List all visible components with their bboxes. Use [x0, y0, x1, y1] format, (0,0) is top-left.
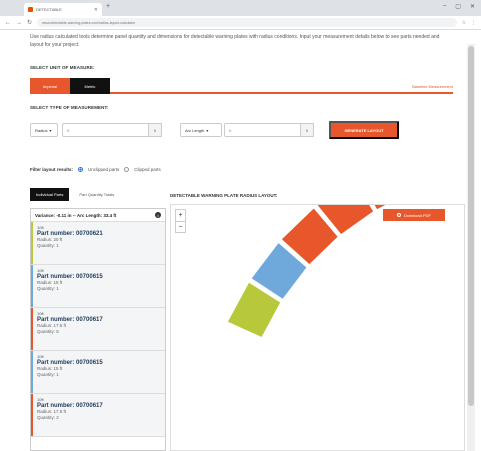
window-controls: – ▢ ✕: [443, 3, 475, 10]
download-pdf-button[interactable]: Download PDF: [383, 209, 445, 221]
part-list-item[interactable]: 10ft Part number: 00700615 Radius: 15 ft Qu…: [31, 351, 165, 394]
part-quantity: Quantity: 1: [37, 243, 59, 248]
part-list-item[interactable]: 10ft Part number: 00700617 Radius: 17.5 ft…: [31, 308, 165, 351]
arc-type-select[interactable]: Arc Length ▾: [180, 123, 222, 137]
part-quantity: Quantity: 1: [37, 286, 59, 291]
layout-title: DETECTABLE WARNING PLATE RADIUS LAYOUT:: [170, 193, 278, 198]
part-color-bar: [31, 351, 33, 393]
favicon-icon: [28, 7, 33, 12]
part-list-item[interactable]: 10ft Part number: 00700617 Radius: 17.5 ft…: [31, 394, 165, 437]
part-quantity: Quantity: 2: [37, 415, 59, 420]
page-scrollbar[interactable]: [467, 44, 475, 451]
download-icon: [397, 213, 402, 217]
zoom-in-button[interactable]: +: [176, 210, 185, 221]
address-bar: ← → ↻ www.detectable-warning-plates.com/…: [0, 16, 481, 30]
chevron-down-icon: ▾: [206, 127, 209, 133]
unclipped-radio[interactable]: [78, 167, 84, 172]
arc-length-input-placeholder: ft.: [229, 127, 233, 133]
reload-icon[interactable]: ↻: [27, 19, 32, 26]
imperial-button[interactable]: Imperial: [30, 78, 70, 94]
part-degree: 10ft: [37, 268, 44, 273]
filter-row: Filter layout results: Unclipped parts C…: [30, 167, 161, 172]
radius-unit-label: ft: [148, 123, 162, 137]
zoom-controls: + −: [175, 209, 186, 233]
radius-input-placeholder: ft.: [67, 127, 71, 133]
unclipped-label[interactable]: Unclipped parts: [88, 167, 119, 172]
arc-unit-label: ft: [300, 123, 314, 137]
generate-layout-button[interactable]: GENERATE LAYOUT: [329, 121, 399, 139]
minimize-button[interactable]: –: [443, 3, 446, 10]
measure-type-value: Radius: [35, 127, 48, 133]
browser-tab[interactable]: DETECTABLE ✕: [24, 3, 102, 16]
close-tab-icon[interactable]: ✕: [94, 7, 98, 13]
new-tab-button[interactable]: +: [106, 3, 110, 10]
url-field[interactable]: www.detectable-warning-plates.com/radius…: [37, 18, 457, 27]
part-quantity: Quantity: 1: [37, 372, 59, 377]
arc-type-value: Arc Length: [185, 127, 205, 133]
measurement-row: Radius ▾ ft. ft Arc Length ▾ ft. ft GENE…: [30, 121, 460, 139]
zoom-out-button[interactable]: −: [176, 221, 185, 232]
bookmark-star-icon[interactable]: ☆: [462, 20, 466, 26]
variance-header: Variance: -0.11 in -- Arc Length: 33.4 f…: [31, 209, 165, 222]
intro-text: Use radius calculated tools determine pa…: [30, 34, 440, 48]
clipped-radio[interactable]: [124, 167, 130, 172]
chevron-down-icon: ▾: [49, 127, 52, 133]
clipped-label[interactable]: Clipped parts: [134, 167, 161, 172]
browser-tab-title: DETECTABLE: [36, 7, 62, 12]
filter-label: Filter layout results:: [30, 167, 74, 172]
baseline-measurement-link[interactable]: Baseline Measurement: [412, 84, 453, 89]
part-color-bar: [31, 265, 33, 307]
unit-selector: Imperial Metric Baseline Measurement: [30, 78, 453, 94]
part-degree: 10ft: [37, 354, 44, 359]
arc-length-input[interactable]: ft.: [224, 123, 310, 137]
radius-input[interactable]: ft.: [62, 123, 150, 137]
part-color-bar: [31, 394, 33, 436]
tab-individual-parts[interactable]: Individual Parts: [30, 188, 70, 201]
parts-items: 10ft Part number: 00700621 Radius: 20 ft Qu…: [31, 222, 165, 437]
back-icon[interactable]: ←: [5, 20, 11, 26]
browser-tab-bar: DETECTABLE ✕ + – ▢ ✕: [0, 0, 481, 16]
measure-type-select[interactable]: Radius ▾: [30, 123, 58, 137]
part-degree: 10ft: [37, 225, 44, 230]
download-pdf-label: Download PDF: [404, 212, 431, 218]
parts-list[interactable]: Variance: -0.11 in -- Arc Length: 33.4 f…: [30, 208, 166, 451]
variance-text: Variance: -0.11 in -- Arc Length: 33.4 f…: [35, 212, 117, 218]
part-list-item[interactable]: 10ft Part number: 00700615 Radius: 15 ft Qu…: [31, 265, 165, 308]
url-text: www.detectable-warning-plates.com/radius…: [42, 20, 136, 25]
unit-section-label: SELECT UNIT OF MEASURE:: [30, 65, 95, 70]
info-icon[interactable]: i: [155, 212, 161, 218]
part-color-bar: [31, 222, 33, 264]
part-degree: 10ft: [37, 311, 44, 316]
results-tabs: Individual Parts Part Quantity Totals: [30, 188, 120, 201]
part-color-bar: [31, 308, 33, 350]
layout-canvas[interactable]: + − Download PDF: [170, 204, 465, 451]
radius-layout-drawing: [227, 205, 386, 337]
menu-icon[interactable]: ⋮: [471, 20, 476, 26]
part-degree: 10ft: [37, 397, 44, 402]
tab-part-quantity-totals[interactable]: Part Quantity Totals: [73, 188, 120, 201]
part-list-item[interactable]: 10ft Part number: 00700621 Radius: 20 ft Qu…: [31, 222, 165, 265]
part-quantity: Quantity: 5: [37, 329, 59, 334]
metric-button[interactable]: Metric: [70, 78, 110, 94]
scrollbar-thumb[interactable]: [468, 46, 474, 406]
forward-icon[interactable]: →: [16, 20, 22, 26]
maximize-button[interactable]: ▢: [455, 3, 461, 10]
measurement-section-label: SELECT TYPE OF MEASUREMENT:: [30, 105, 109, 110]
close-window-button[interactable]: ✕: [470, 3, 475, 10]
